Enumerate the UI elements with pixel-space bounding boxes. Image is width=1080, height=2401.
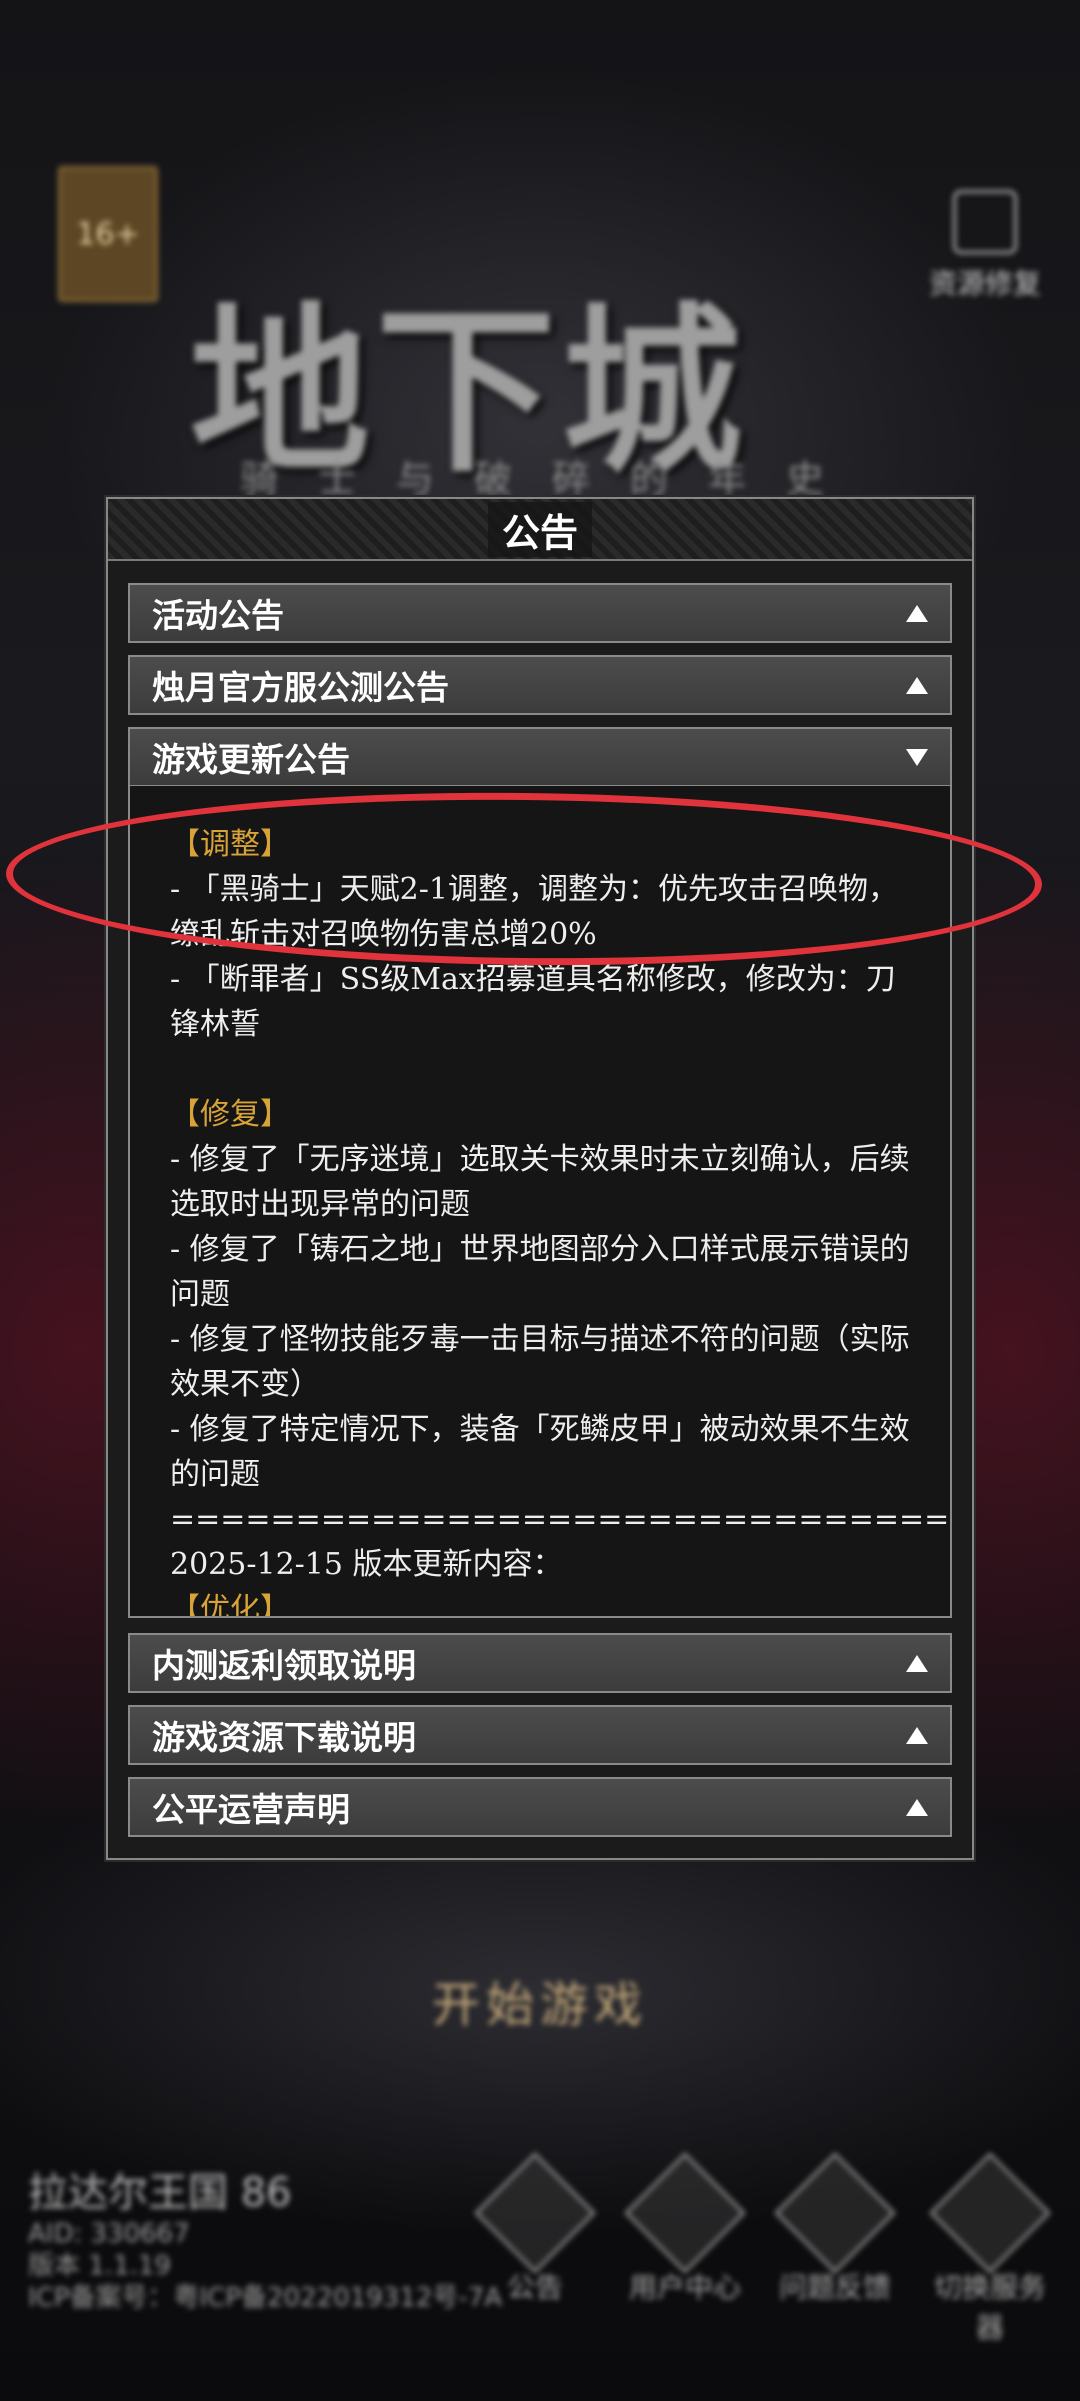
start-game-button[interactable]: 开始游戏 bbox=[395, 1965, 685, 2045]
section-official-server-notice[interactable]: 烛月官方服公测公告 bbox=[128, 655, 952, 715]
user-center-button[interactable]: 用户中心 bbox=[620, 2152, 750, 2306]
server-info[interactable]: 拉达尔王国 86 AID: 330667 版本 1.1.19 ICP备案号：粤I… bbox=[28, 2160, 502, 2314]
scroll-icon bbox=[474, 2152, 596, 2274]
resource-repair-button[interactable]: 资源修复 bbox=[925, 190, 1045, 320]
user-center-label: 用户中心 bbox=[628, 2271, 741, 2304]
server-name: 拉达尔王国 86 bbox=[28, 2170, 292, 2216]
section-label: 游戏更新公告 bbox=[152, 740, 350, 779]
section-label: 烛月官方服公测公告 bbox=[152, 668, 449, 707]
dialog-header: 公告 bbox=[108, 499, 972, 561]
expand-up-icon bbox=[906, 1726, 928, 1744]
section-label: 公平运营声明 bbox=[152, 1790, 350, 1829]
update-notice-content[interactable]: 【调整】 - 「黑骑士」天赋2-1调整，调整为：优先攻击召唤物，缭乱斩击对召唤物… bbox=[128, 786, 952, 1618]
divider-line: ==================================== bbox=[170, 1502, 950, 1537]
next-version-heading: 2025-12-15 版本更新内容： bbox=[170, 1547, 563, 1582]
section-fair-operation-notice[interactable]: 公平运营声明 bbox=[128, 1777, 952, 1837]
section-label: 内测返利领取说明 bbox=[152, 1646, 416, 1685]
section-game-update-notice[interactable]: 游戏更新公告 bbox=[128, 727, 952, 787]
section-label: 游戏资源下载说明 bbox=[152, 1718, 416, 1757]
version-text: 版本 1.1.19 bbox=[28, 2251, 171, 2281]
expand-up-icon bbox=[906, 604, 928, 622]
expand-up-icon bbox=[906, 676, 928, 694]
age-rating-text: 16+ bbox=[76, 216, 140, 252]
tag-optimize: 【优化】 bbox=[170, 1592, 290, 1618]
section-rebate-notice[interactable]: 内测返利领取说明 bbox=[128, 1633, 952, 1693]
icp-text: ICP备案号：粤ICP备2022019312号-7A bbox=[28, 2283, 503, 2313]
resource-repair-label: 资源修复 bbox=[928, 267, 1041, 300]
feedback-icon bbox=[774, 2152, 896, 2274]
feedback-label: 问题反馈 bbox=[778, 2271, 891, 2304]
game-subtitle: 骑士与破碎的年史 bbox=[240, 457, 865, 501]
collapse-down-icon bbox=[906, 748, 928, 766]
bottom-menu: 公告 用户中心 问题反馈 切换服务器 bbox=[470, 2152, 1070, 2344]
notice-label: 公告 bbox=[506, 2271, 563, 2304]
feedback-button[interactable]: 问题反馈 bbox=[770, 2152, 900, 2306]
adjust-item: - 「断罪者」SS级Max招募道具名称修改，修改为：刀锋林誓 bbox=[170, 962, 896, 1042]
switch-server-label: 切换服务器 bbox=[933, 2271, 1046, 2344]
expand-up-icon bbox=[906, 1798, 928, 1816]
repair-icon bbox=[953, 190, 1017, 254]
tag-adjust: 【调整】 bbox=[170, 827, 290, 862]
notice-button[interactable]: 公告 bbox=[470, 2152, 600, 2306]
server-icon bbox=[929, 2152, 1051, 2274]
user-icon bbox=[624, 2152, 746, 2274]
dialog-title: 公告 bbox=[487, 501, 592, 557]
fix-item: - 修复了「无序迷境」选取关卡效果时未立刻确认，后续选取时出现异常的问题 bbox=[170, 1142, 910, 1222]
section-label: 活动公告 bbox=[152, 596, 284, 635]
fix-item: - 修复了「铸石之地」世界地图部分入口样式展示错误的问题 bbox=[170, 1232, 910, 1312]
section-activity-notice[interactable]: 活动公告 bbox=[128, 583, 952, 643]
expand-up-icon bbox=[906, 1654, 928, 1672]
account-id: AID: 330667 bbox=[28, 2219, 190, 2249]
switch-server-button[interactable]: 切换服务器 bbox=[925, 2152, 1055, 2346]
tag-fix: 【修复】 bbox=[170, 1097, 290, 1132]
announcement-dialog: 公告 活动公告 烛月官方服公测公告 游戏更新公告 【调整】 - 「黑骑士」天赋2… bbox=[106, 497, 974, 1860]
adjust-item: - 「黑骑士」天赋2-1调整，调整为：优先攻击召唤物，缭乱斩击对召唤物伤害总增2… bbox=[170, 872, 898, 952]
section-resource-download-notice[interactable]: 游戏资源下载说明 bbox=[128, 1705, 952, 1765]
fix-item: - 修复了怪物技能歹毒一击目标与描述不符的问题（实际效果不变） bbox=[170, 1322, 910, 1402]
fix-item: - 修复了特定情况下，装备「死鳞皮甲」被动效果不生效的问题 bbox=[170, 1412, 910, 1492]
age-rating-logo: 16+ bbox=[58, 166, 158, 302]
